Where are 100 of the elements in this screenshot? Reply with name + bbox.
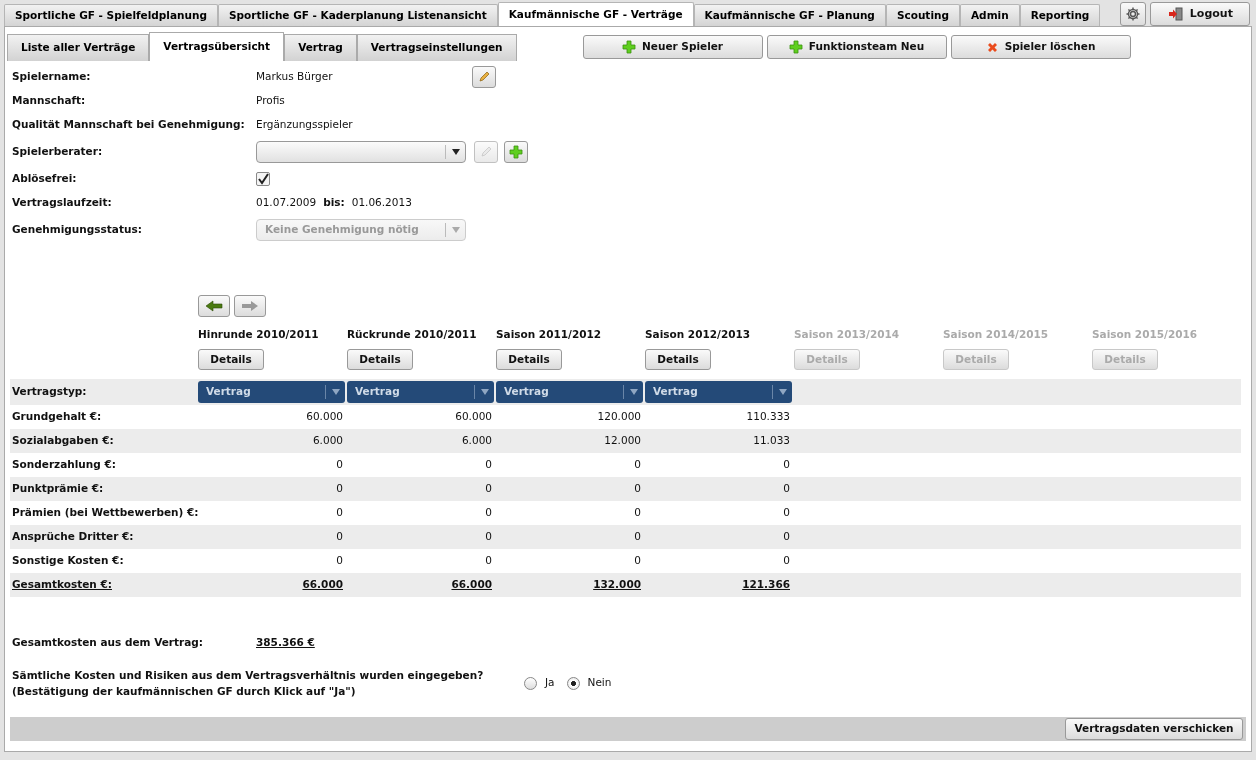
checkbox[interactable]	[256, 172, 270, 186]
contract-type-dropdown[interactable]: Vertrag	[496, 381, 643, 403]
table-cell: 0	[783, 457, 790, 473]
main-tab[interactable]: Scouting	[885, 4, 960, 26]
previous-button[interactable]	[198, 295, 230, 317]
field-value: Markus Bürger	[256, 69, 334, 85]
season-title: Saison 2015/2016	[1092, 327, 1199, 343]
contract-type-dropdown[interactable]: Vertrag	[347, 381, 494, 403]
season-title: Saison 2013/2014	[794, 327, 901, 343]
row-label: Punktprämie €:	[12, 481, 104, 497]
details-button[interactable]: Details	[496, 349, 562, 370]
table-cell: 0	[336, 481, 343, 497]
season-title: Saison 2011/2012	[496, 327, 603, 343]
table-cell: 0	[634, 553, 641, 569]
dropdown-arrow-icon	[331, 389, 340, 395]
row-label: Gesamtkosten €:	[12, 577, 112, 593]
field-value: Ergänzungsspieler	[256, 117, 354, 133]
field-label: Mannschaft:	[12, 93, 87, 109]
table-cell: 6.000	[312, 433, 343, 449]
table-cell: 12.000	[604, 433, 641, 449]
main-tab[interactable]: Sportliche GF - Spielfeldplanung	[4, 4, 218, 26]
table-cell: 0	[336, 505, 343, 521]
sub-tab[interactable]: Liste aller Verträge	[7, 34, 150, 61]
pencil-icon	[480, 146, 492, 158]
field-label: Spielerberater:	[12, 144, 104, 160]
date-label: bis:	[323, 195, 345, 211]
details-button[interactable]: Details	[645, 349, 711, 370]
plus-icon	[509, 145, 523, 159]
table-cell: 60.000	[306, 409, 343, 425]
hint-text: (Bestätigung der kaufmännischen GF durch Klick auf "Ja")	[12, 684, 357, 699]
dropdown[interactable]	[256, 141, 466, 163]
main-tab[interactable]: Admin	[960, 4, 1020, 26]
season-title: Rückrunde 2010/2011	[347, 327, 478, 343]
details-button[interactable]: Details	[347, 349, 413, 370]
table-cell: 0	[634, 481, 641, 497]
right-arrow-icon	[241, 300, 259, 312]
table-cell: 0	[634, 457, 641, 473]
edit-button[interactable]	[472, 66, 496, 88]
left-arrow-icon	[205, 300, 223, 312]
summary-label: Gesamtkosten aus dem Vertrag:	[12, 635, 205, 651]
main-tab[interactable]: Kaufmännische GF - Planung	[693, 4, 886, 26]
main-tab[interactable]: Reporting	[1019, 4, 1101, 26]
field-label: Qualität Mannschaft bei Genehmigung:	[12, 117, 246, 133]
table-cell: 0	[485, 481, 492, 497]
date-value: 01.06.2013	[351, 195, 412, 211]
table-cell: 110.333	[746, 409, 790, 425]
season-title: Saison 2014/2015	[943, 327, 1050, 343]
total-value: 132.000	[593, 577, 641, 593]
dropdown-arrow-icon	[451, 149, 460, 155]
contract-type-dropdown[interactable]: Vertrag	[198, 381, 345, 403]
next-button[interactable]	[234, 295, 266, 317]
radio-button[interactable]	[524, 676, 537, 690]
add-button[interactable]	[504, 141, 528, 163]
row-label: Sonderzahlung €:	[12, 457, 116, 473]
summary-value: 385.366 €	[256, 635, 315, 651]
delete-player-button[interactable]: Spieler löschen	[950, 35, 1131, 59]
table-cell: 0	[336, 457, 343, 473]
question-text: Sämtliche Kosten und Risiken aus dem Vertragsverhältnis wurden eingegeben?	[12, 668, 485, 683]
field-label: Vertragslaufzeit:	[12, 195, 113, 211]
logout-icon	[1167, 7, 1184, 21]
sub-tab[interactable]: Vertrag	[284, 34, 357, 61]
field-label: Ablösefrei:	[12, 171, 78, 187]
table-cell: 0	[783, 481, 790, 497]
table-cell: 0	[783, 529, 790, 545]
table-cell: 0	[634, 505, 641, 521]
settings-icon	[1125, 6, 1142, 22]
field-label: Genehmigungsstatus:	[12, 222, 143, 238]
main-tab[interactable]: Kaufmännische GF - Verträge	[497, 2, 694, 26]
row-label: Ansprüche Dritter €:	[12, 529, 134, 545]
main-tab[interactable]: Sportliche GF - Kaderplanung Listenansicht	[217, 4, 498, 26]
plus-icon	[788, 40, 803, 54]
add-button[interactable]: Neuer Spieler	[582, 35, 763, 59]
contract-type-dropdown[interactable]: Vertrag	[645, 381, 792, 403]
total-value: 66.000	[451, 577, 492, 593]
sub-tab[interactable]: Vertragsübersicht	[149, 32, 285, 61]
row-label: Sonstige Kosten €:	[12, 553, 124, 569]
details-button[interactable]: Details	[198, 349, 264, 370]
settings-button[interactable]	[1120, 2, 1147, 26]
table-cell: 0	[336, 553, 343, 569]
table-cell: 0	[336, 529, 343, 545]
table-cell: 0	[485, 505, 492, 521]
row-label: Sozialabgaben €:	[12, 433, 114, 449]
table-cell: 0	[485, 457, 492, 473]
plus-icon	[622, 40, 636, 54]
send-button[interactable]: Vertragsdaten verschicken	[1065, 718, 1243, 740]
season-title: Saison 2012/2013	[645, 327, 752, 343]
table-cell: 6.000	[461, 433, 492, 449]
table-cell: 0	[783, 553, 790, 569]
field-value: Profis	[256, 93, 286, 109]
table-cell: 60.000	[455, 409, 492, 425]
season-title: Hinrunde 2010/2011	[198, 327, 320, 343]
table-cell: 0	[634, 529, 641, 545]
radio-button[interactable]	[566, 676, 580, 690]
row-label: Prämien (bei Wettbewerben) €:	[12, 505, 199, 521]
pencil-icon	[478, 71, 490, 83]
total-value: 121.366	[742, 577, 790, 593]
add-button[interactable]: Funktionsteam Neu	[766, 35, 947, 59]
logout-button[interactable]: Logout	[1150, 2, 1251, 26]
table-cell: 11.033	[753, 433, 790, 449]
sub-tab[interactable]: Vertragseinstellungen	[356, 34, 517, 61]
